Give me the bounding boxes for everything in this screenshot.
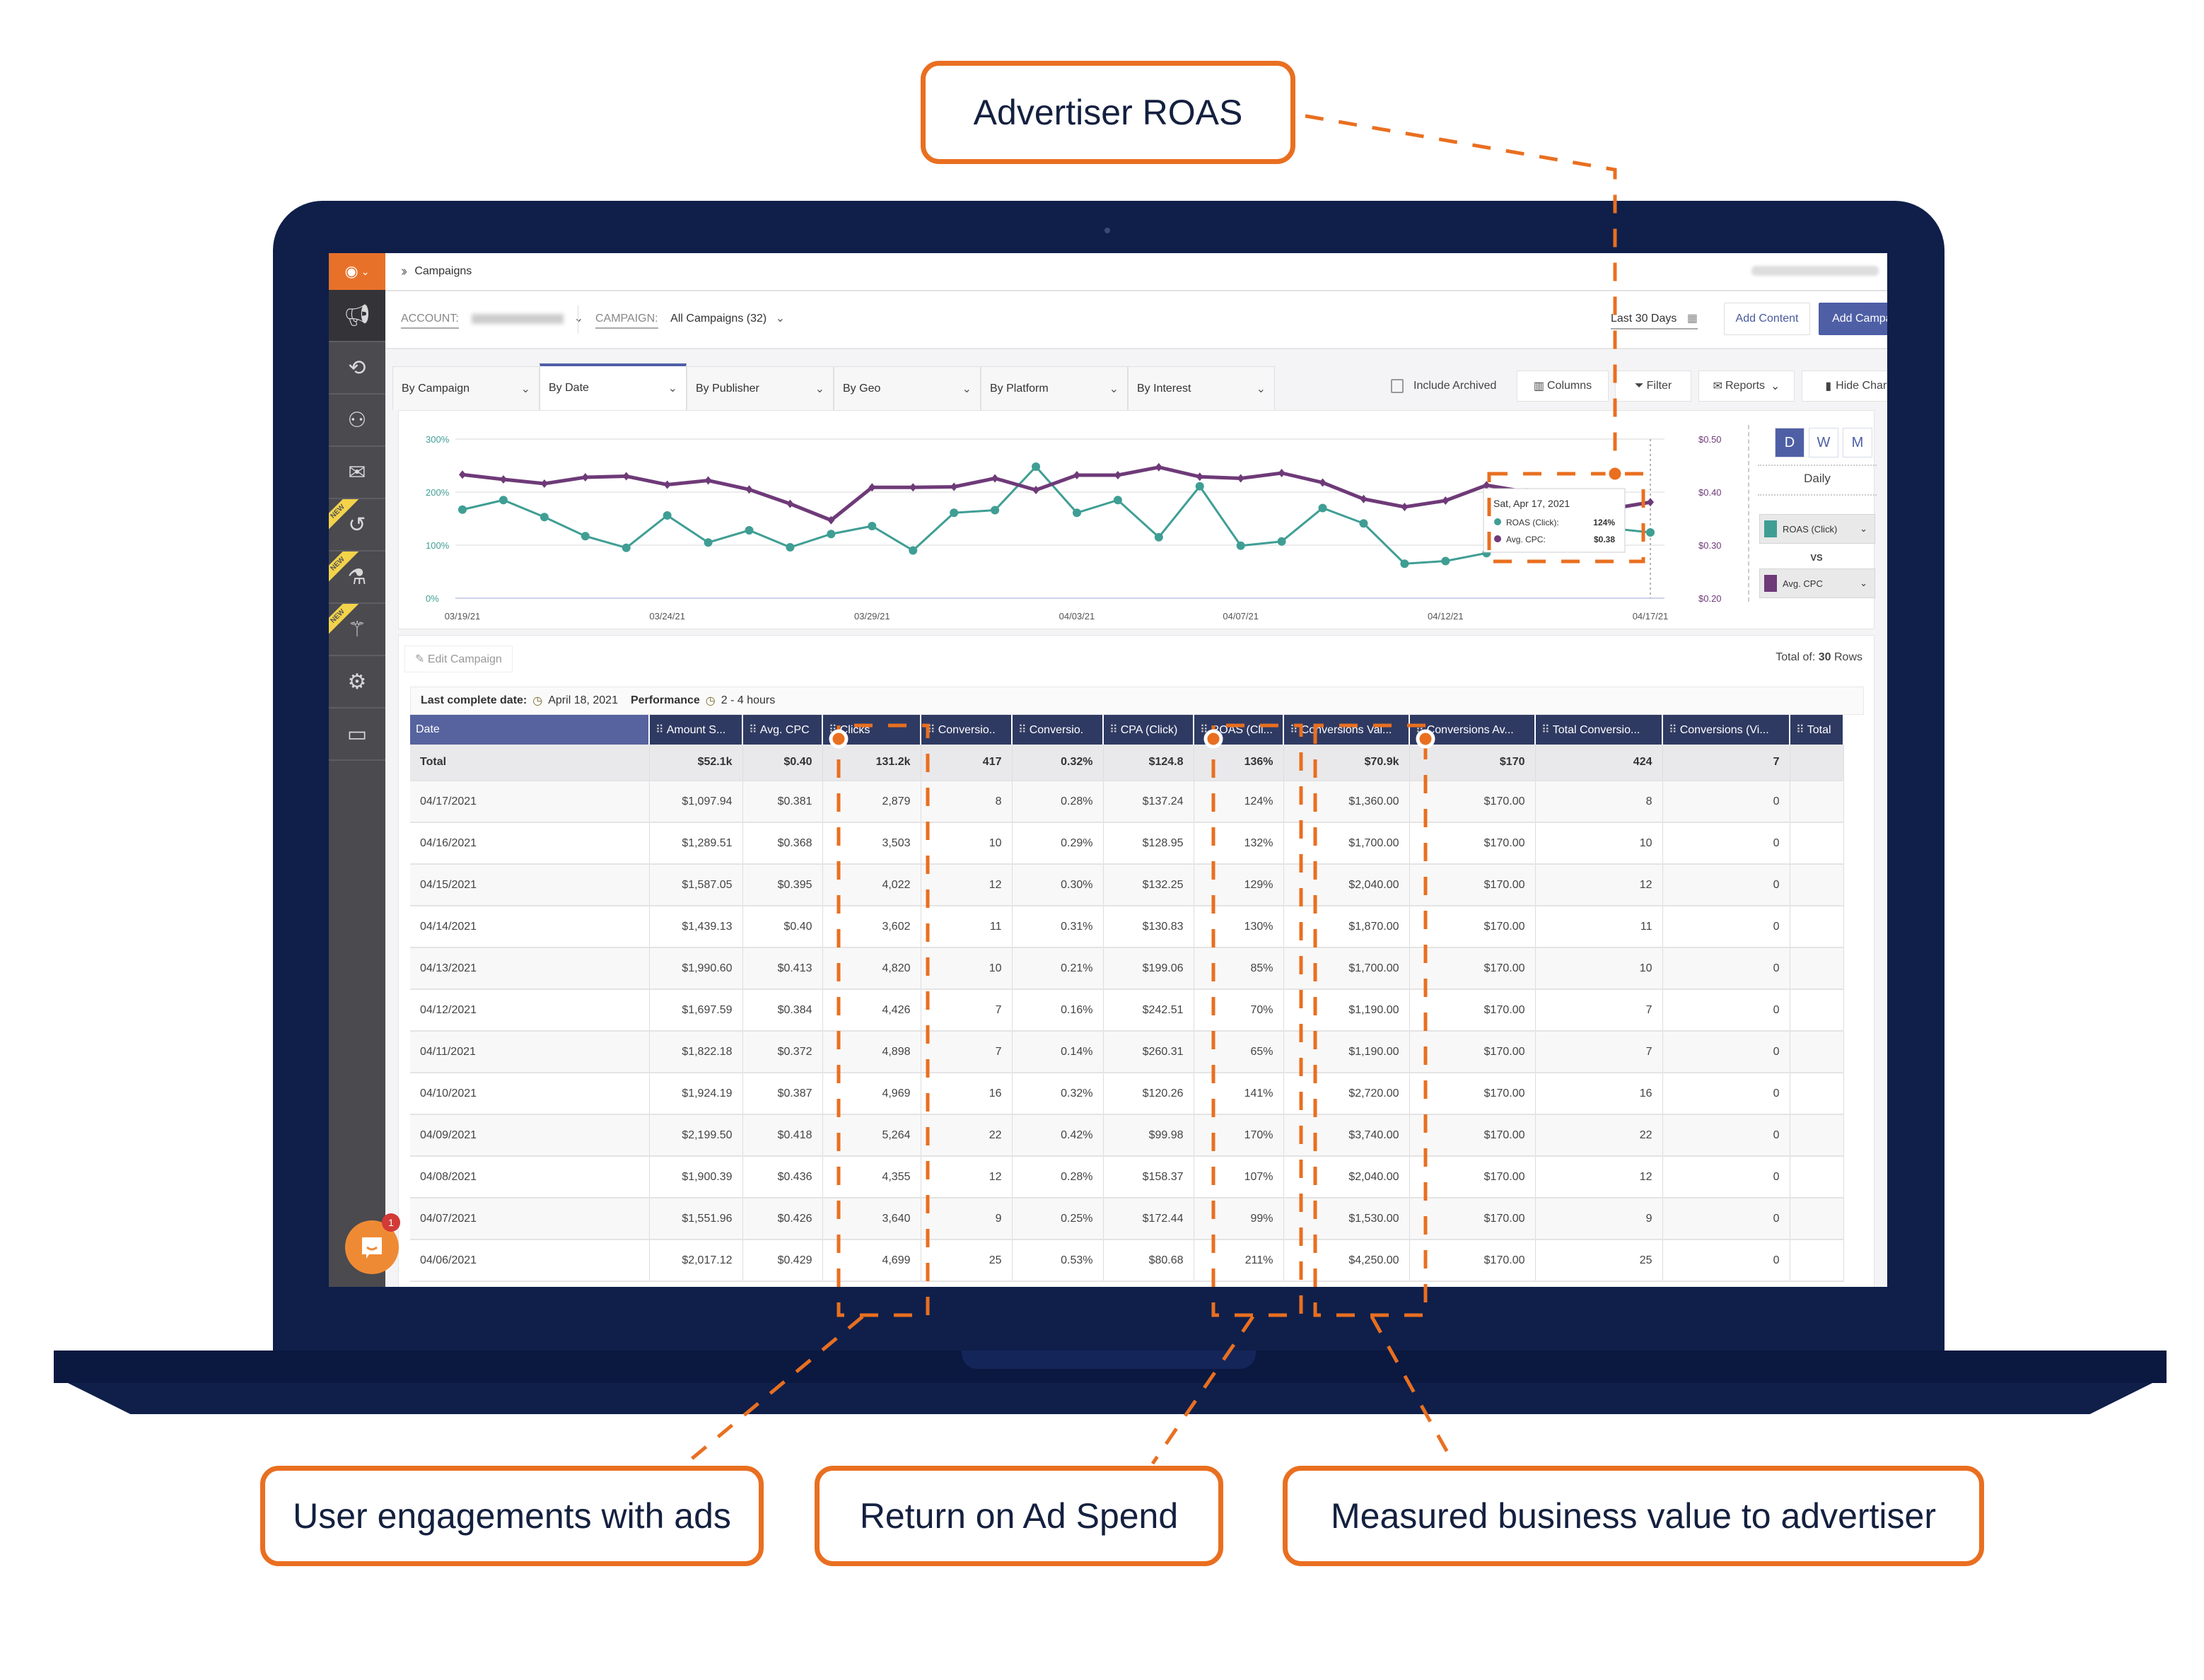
annotation-dot [1203, 729, 1223, 749]
conv-value-column-highlight [1313, 723, 1428, 1317]
annotation-overlay [684, 114, 1645, 1465]
roas-connector [1305, 114, 1617, 474]
roas-col-connector [1150, 1315, 1255, 1465]
tooltip-highlight [1487, 472, 1645, 564]
annotation-dot [1416, 729, 1435, 749]
annotation-dot [1605, 464, 1625, 484]
conv-value-connector [1370, 1315, 1456, 1465]
clicks-column-highlight [836, 723, 930, 1317]
roas-column-highlight [1211, 723, 1303, 1317]
annotation-dot [829, 729, 849, 749]
clicks-connector [684, 1315, 864, 1465]
